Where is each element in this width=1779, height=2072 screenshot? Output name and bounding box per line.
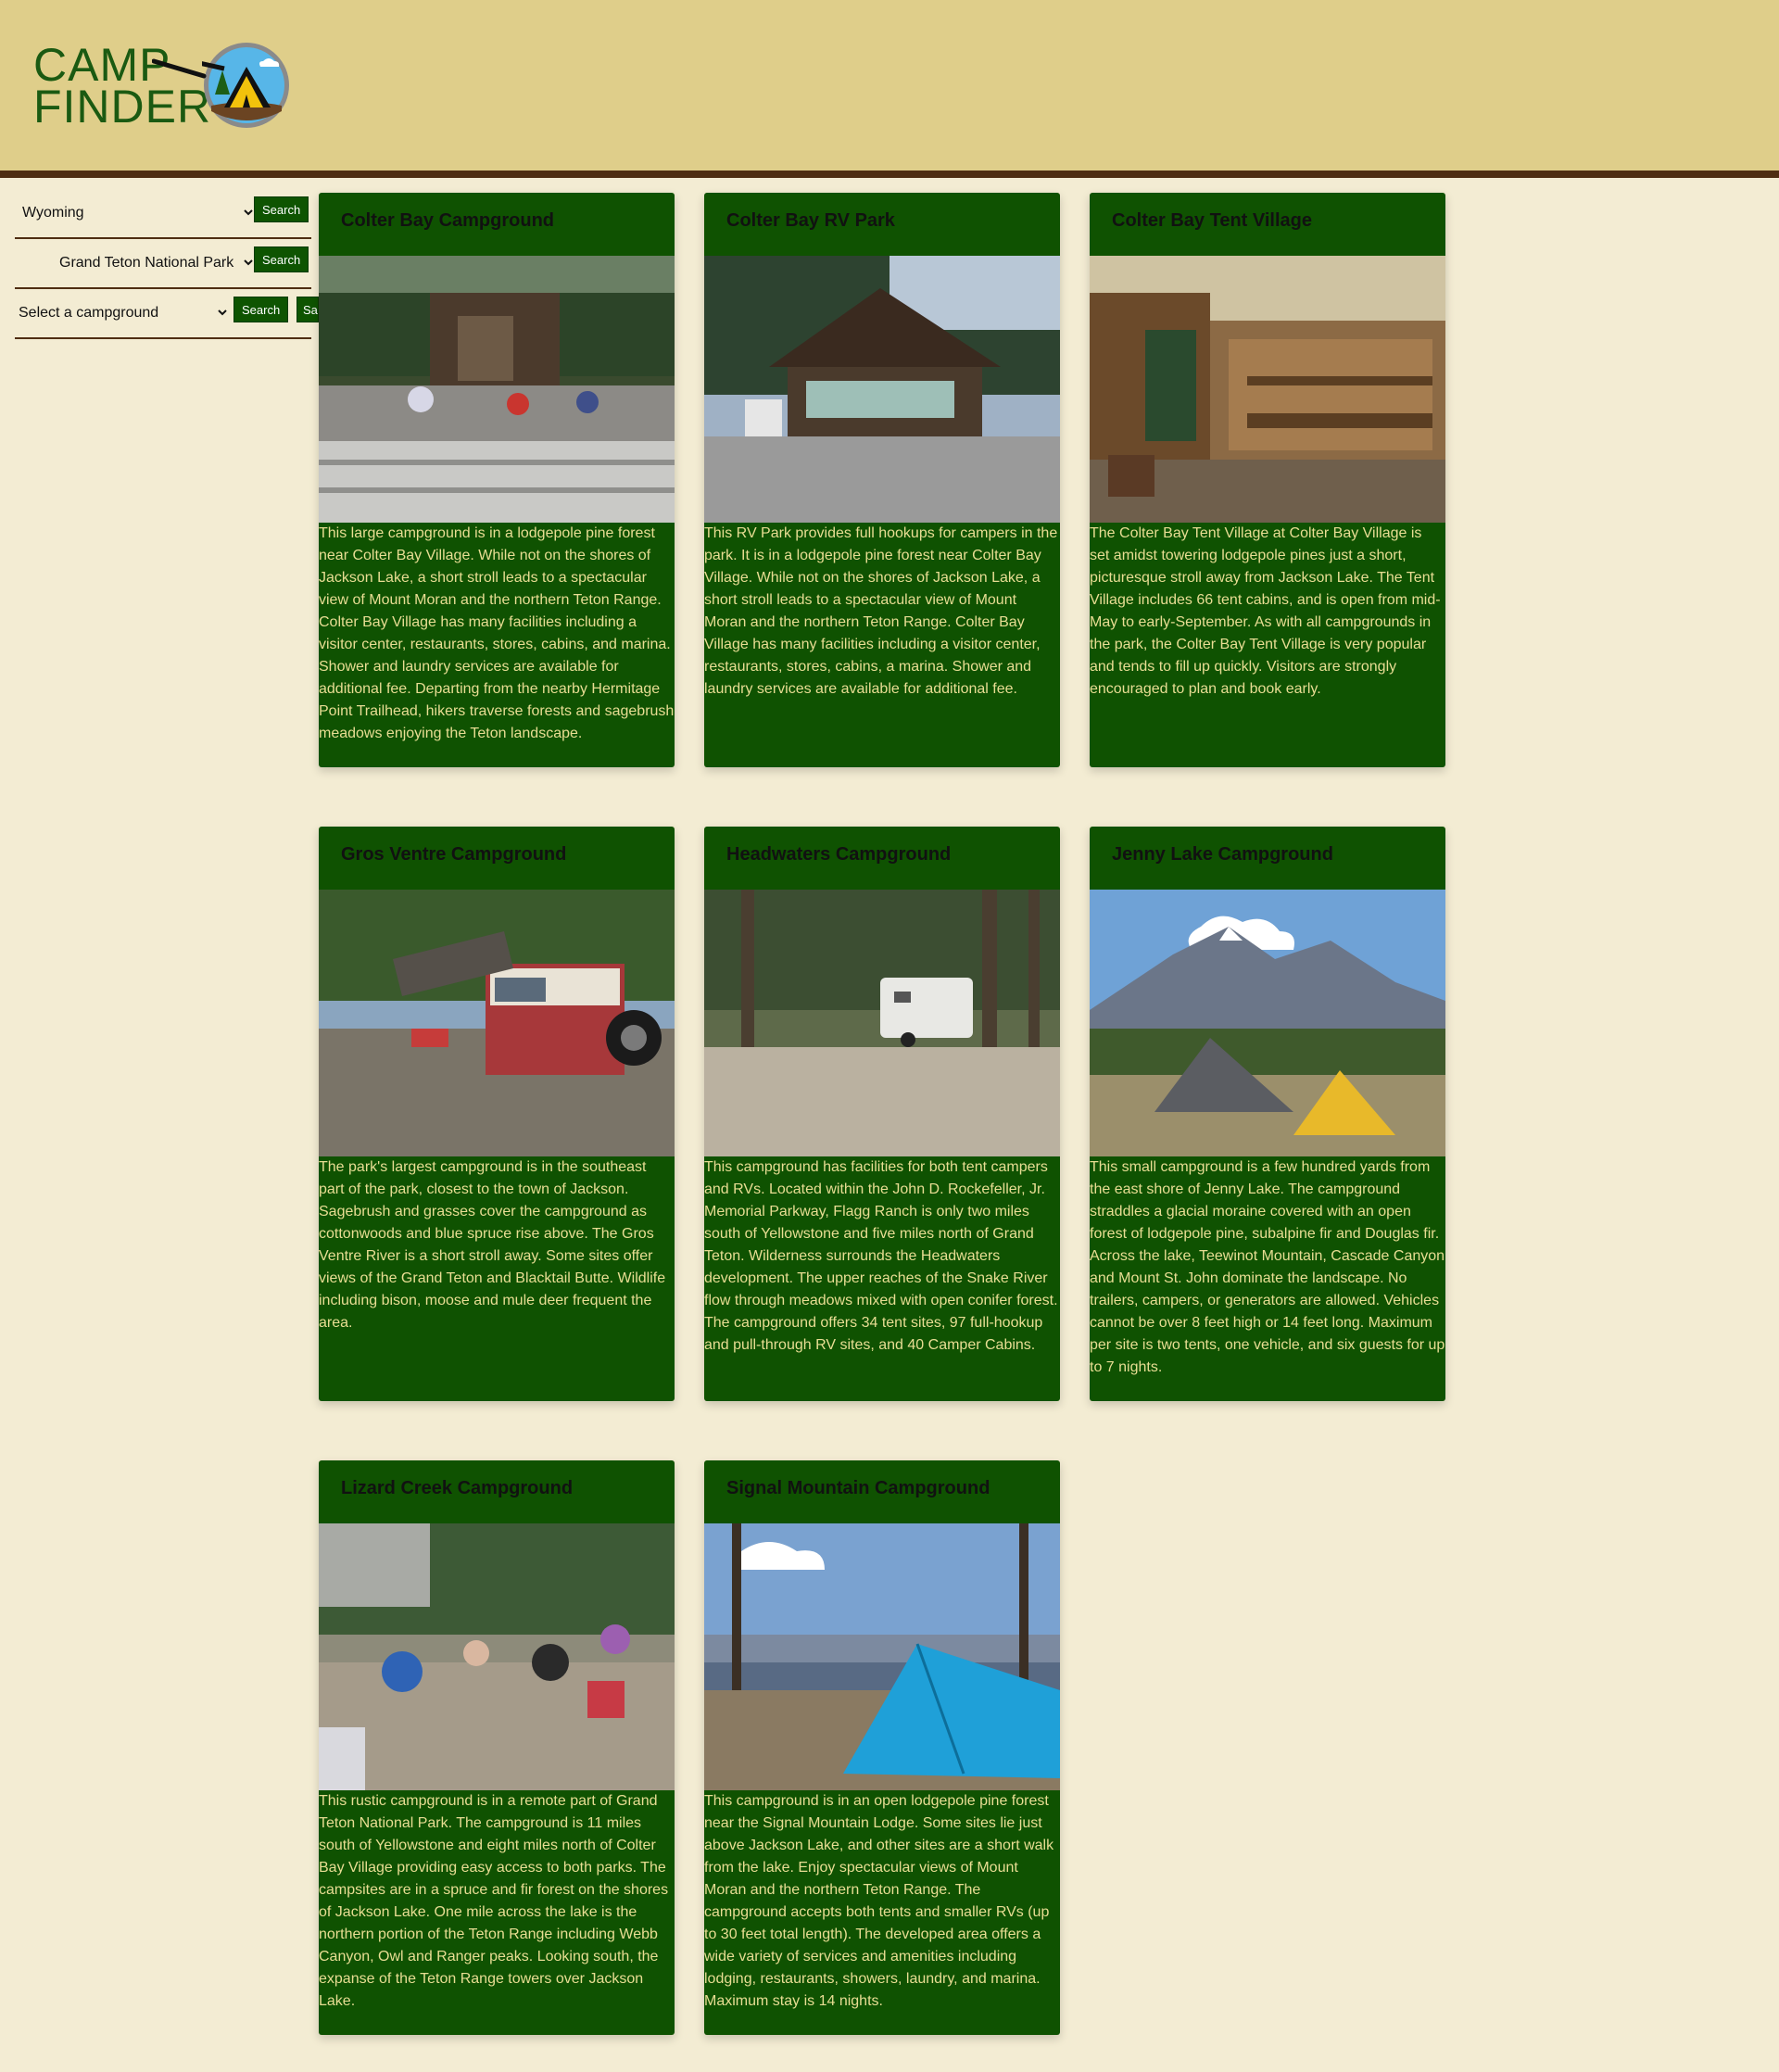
- card-description: This campground has facilities for both …: [704, 1159, 1058, 1353]
- campground-select[interactable]: Select a campground: [15, 298, 230, 326]
- campground-card[interactable]: Signal Mountain Campground This campgrou…: [704, 1460, 1060, 2035]
- tent-badge-icon: [202, 43, 289, 128]
- amphitheater-photo: [319, 256, 675, 523]
- rv-trailer-forest-photo: [704, 890, 1060, 1156]
- park-search-button[interactable]: Search: [254, 246, 309, 272]
- card-description: This large campground is in a lodgepole …: [319, 525, 675, 741]
- card-title[interactable]: Headwaters Campground: [704, 827, 1060, 890]
- card-title[interactable]: Lizard Creek Campground: [319, 1460, 675, 1523]
- card-description: The Colter Bay Tent Village at Colter Ba…: [1090, 525, 1441, 697]
- card-title[interactable]: Jenny Lake Campground: [1090, 827, 1445, 890]
- card-description: This RV Park provides full hookups for c…: [704, 525, 1058, 697]
- campground-card[interactable]: Colter Bay RV Park This RV Park provides…: [704, 193, 1060, 767]
- camp-finder-logo[interactable]: CAMP FINDER: [33, 41, 293, 137]
- park-select[interactable]: Grand Teton National Park: [56, 248, 256, 276]
- campground-card[interactable]: Gros Ventre Campground The park's larges…: [319, 827, 675, 1401]
- site-header: CAMP FINDER: [0, 0, 1779, 178]
- tents-mountain-view-photo: [1090, 890, 1445, 1156]
- state-filter-row: Wyoming Search: [15, 189, 311, 239]
- tent-cabin-interior-photo: [1090, 256, 1445, 523]
- logo-pointer-icon: [152, 58, 207, 79]
- card-title[interactable]: Gros Ventre Campground: [319, 827, 675, 890]
- search-sidebar: Wyoming Search Grand Teton National Park…: [15, 189, 319, 339]
- card-description: This rustic campground is in a remote pa…: [319, 1793, 669, 2009]
- card-title[interactable]: Signal Mountain Campground: [704, 1460, 1060, 1523]
- card-description: The park's largest campground is in the …: [319, 1159, 666, 1331]
- campground-filter-row: Select a campground Search Sa: [15, 289, 319, 339]
- card-title[interactable]: Colter Bay Tent Village: [1090, 193, 1445, 256]
- campground-card[interactable]: Colter Bay Campground This large campgro…: [319, 193, 675, 767]
- logo-line-finder: FINDER: [33, 81, 212, 133]
- card-title[interactable]: Colter Bay RV Park: [704, 193, 1060, 256]
- campers-around-fire-photo: [319, 1523, 675, 1790]
- rv-park-building-photo: [704, 256, 1060, 523]
- state-search-button[interactable]: Search: [254, 196, 309, 222]
- card-description: This campground is in an open lodgepole …: [704, 1793, 1054, 2009]
- campground-card[interactable]: Headwaters Campground This campground ha…: [704, 827, 1060, 1401]
- state-select[interactable]: Wyoming: [19, 198, 256, 226]
- blue-tent-lakeside-photo: [704, 1523, 1060, 1790]
- campground-card[interactable]: Jenny Lake Campground This small campgro…: [1090, 827, 1445, 1401]
- campground-card[interactable]: Colter Bay Tent Village The Colter Bay T…: [1090, 193, 1445, 767]
- campground-extra-button[interactable]: Sa: [296, 297, 319, 322]
- card-description: This small campground is a few hundred y…: [1090, 1159, 1445, 1375]
- park-filter-row: Grand Teton National Park Search: [15, 239, 311, 289]
- campground-card[interactable]: Lizard Creek Campground This rustic camp…: [319, 1460, 675, 2035]
- card-title[interactable]: Colter Bay Campground: [319, 193, 675, 256]
- campground-search-button[interactable]: Search: [233, 297, 289, 322]
- vw-van-campsite-photo: [319, 890, 675, 1156]
